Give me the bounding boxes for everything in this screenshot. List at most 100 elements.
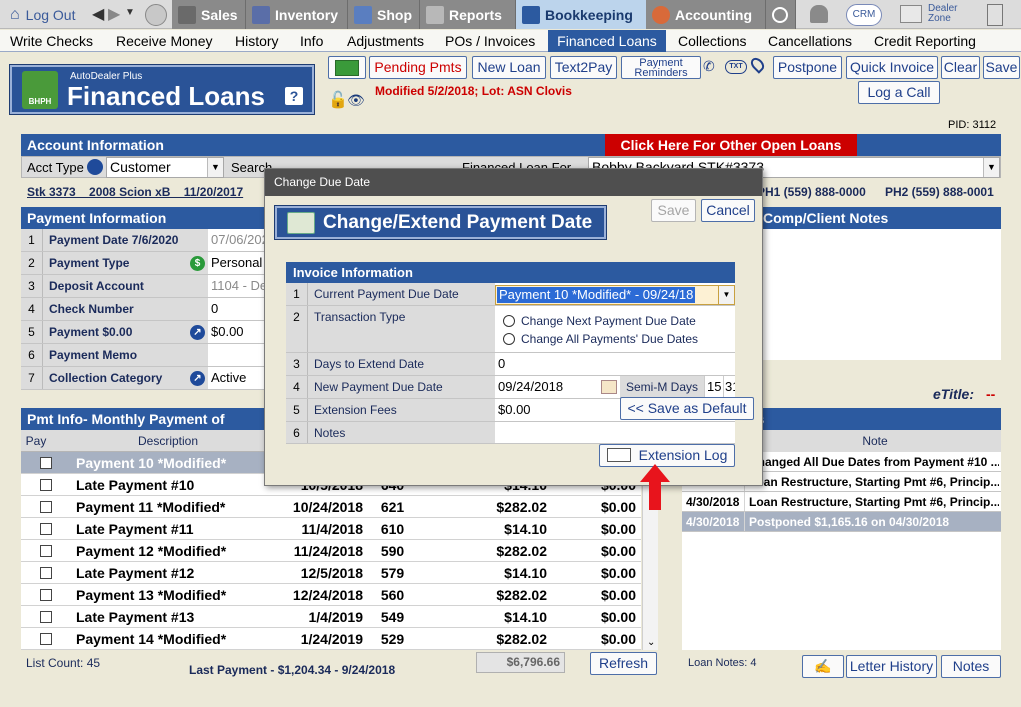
tab-sales[interactable]: Sales — [172, 0, 246, 29]
subnav-adjustments[interactable]: Adjustments — [343, 30, 428, 52]
refresh-button[interactable]: Refresh — [590, 652, 657, 675]
subnav-pos-invoices[interactable]: POs / Invoices — [441, 30, 539, 52]
extension-fees-field[interactable]: $0.00 — [495, 399, 531, 421]
pay-checkbox[interactable] — [40, 501, 52, 513]
tab-inventory[interactable]: Inventory — [246, 0, 348, 29]
payment-date-field[interactable]: 07/06/2020 — [208, 229, 264, 251]
radio-change-next[interactable]: Change Next Payment Due Date — [503, 314, 696, 328]
stock-vehicle-link[interactable]: Stk 3373 2008 Scion xB 11/20/2017 — [27, 185, 243, 199]
dialog-cancel-button[interactable]: Cancel — [701, 199, 755, 222]
table-row[interactable]: Late Payment #11 11/4/2018 610 $14.10 $0.00 — [21, 518, 641, 540]
lock-icon[interactable]: 🔓 — [328, 90, 348, 110]
dealer-zone-link[interactable]: Dealer Zone — [900, 3, 970, 27]
tab-bookkeeping[interactable]: Bookkeeping — [516, 0, 646, 29]
pay-checkbox[interactable] — [40, 523, 52, 535]
subnav-receive-money[interactable]: Receive Money — [112, 30, 217, 52]
txt-icon[interactable]: TXT — [725, 60, 747, 74]
table-row[interactable]: Late Payment #12 12/5/2018 579 $14.10 $0.00 — [21, 562, 641, 584]
payment-amount-row: 5 Payment $0.00 ↗ $0.00 — [21, 321, 264, 344]
crm-button[interactable]: CRM — [846, 4, 882, 26]
logout-link[interactable]: ⌂ Log Out — [4, 0, 90, 29]
payment-type-field[interactable]: Personal — [208, 252, 264, 274]
tab-accounting[interactable]: Accounting — [646, 0, 766, 29]
pending-pmts-button[interactable]: Pending Pmts — [369, 56, 467, 79]
text2pay-button[interactable]: Text2Pay — [550, 56, 617, 79]
location-pin-icon[interactable] — [748, 55, 767, 74]
loan-note-row[interactable]: 4/30/2018Loan Restructure, Starting Pmt … — [682, 492, 1001, 512]
dropdown-arrow-icon[interactable]: ▼ — [125, 7, 135, 18]
semim-day-1-field[interactable]: 15 — [704, 376, 723, 398]
save-as-default-button[interactable]: << Save as Default — [620, 397, 754, 420]
subnav-history[interactable]: History — [231, 30, 283, 52]
quick-invoice-button[interactable]: Quick Invoice — [846, 56, 938, 79]
radio-change-all[interactable]: Change All Payments' Due Dates — [503, 332, 698, 346]
client-notes-box[interactable] — [757, 229, 1001, 360]
table-row[interactable]: Payment 14 *Modified* 1/24/2019 529 $282.02… — [21, 628, 641, 650]
notes-field[interactable] — [495, 422, 735, 443]
pay-checkbox[interactable] — [40, 633, 52, 645]
pay-checkbox[interactable] — [40, 457, 52, 469]
other-open-loans-button[interactable]: Click Here For Other Open Loans — [605, 134, 857, 156]
forward-arrow-icon[interactable]: ▶ — [108, 4, 120, 24]
gear-button[interactable] — [766, 0, 796, 29]
deposit-account-field[interactable]: 1104 - Deposit — [208, 275, 264, 297]
eye-icon[interactable]: 👁 — [347, 92, 369, 108]
tab-shop[interactable]: Shop — [348, 0, 420, 29]
back-arrow-icon[interactable]: ◀ — [92, 4, 104, 24]
acct-type-select[interactable]: Customer ▼ — [106, 157, 224, 178]
signature-button[interactable]: ✍ — [802, 655, 844, 678]
subnav-cancellations[interactable]: Cancellations — [764, 30, 856, 52]
help-icon[interactable]: ? — [285, 87, 303, 105]
receipt-button[interactable] — [328, 56, 366, 79]
subnav-write-checks[interactable]: Write Checks — [6, 30, 97, 52]
letter-history-button[interactable]: Letter History — [846, 655, 937, 678]
clear-button[interactable]: Clear — [941, 56, 980, 79]
dialog-save-button[interactable]: Save — [651, 199, 696, 222]
save-button[interactable]: Save — [983, 56, 1020, 79]
subnav-financed-loans[interactable]: Financed Loans — [548, 30, 666, 52]
payment-memo-field[interactable] — [208, 344, 264, 366]
new-due-date-row: 4 New Payment Due Date 09/24/2018 Semi-M… — [286, 376, 735, 399]
new-due-date-field[interactable]: 09/24/2018 — [495, 376, 563, 398]
chevron-down-icon[interactable]: ⌄ — [647, 637, 655, 648]
postpone-button[interactable]: Postpone — [773, 56, 842, 79]
payment-amount-field[interactable]: $0.00 — [208, 321, 264, 343]
collection-category-field[interactable]: Active — [208, 367, 264, 389]
table-row[interactable]: Payment 13 *Modified* 12/24/2018 560 $282.0… — [21, 584, 641, 606]
current-due-date-select[interactable]: Payment 10 *Modified* - 09/24/18 ▼ — [495, 285, 735, 305]
pay-checkbox[interactable] — [40, 545, 52, 557]
subnav-credit-reporting[interactable]: Credit Reporting — [870, 30, 980, 52]
semim-day-2-field[interactable]: 31 — [723, 376, 735, 398]
red-arrow-annotation — [640, 464, 670, 510]
days-to-extend-field[interactable]: 0 — [495, 353, 505, 375]
tab-reports[interactable]: Reports — [420, 0, 516, 29]
check-number-field[interactable]: 0 — [208, 298, 264, 320]
calculator-icon[interactable] — [987, 4, 1003, 26]
dollar-icon[interactable]: $ — [190, 256, 205, 271]
pay-checkbox[interactable] — [40, 589, 52, 601]
table-row[interactable]: Late Payment #13 1/4/2019 549 $14.10 $0.00 — [21, 606, 641, 628]
calendar-icon[interactable] — [601, 380, 617, 394]
bell-icon[interactable] — [810, 5, 828, 23]
new-loan-button[interactable]: New Loan — [472, 56, 546, 79]
log-a-call-button[interactable]: Log a Call — [858, 81, 940, 104]
last-payment: Last Payment - $1,204.34 - 9/24/2018 — [189, 663, 396, 677]
table-row[interactable]: Payment 11 *Modified* 10/24/2018 621 $282.0… — [21, 496, 641, 518]
acct-type-nav-icon[interactable] — [87, 159, 103, 175]
arrow-circle-icon[interactable]: ↗ — [190, 325, 205, 340]
notes-button[interactable]: Notes — [941, 655, 1001, 678]
subnav-info[interactable]: Info — [296, 30, 327, 52]
bhph-house-icon: BHPH — [22, 71, 58, 109]
phone-icon[interactable]: ✆ — [703, 58, 715, 75]
subnav-collections[interactable]: Collections — [674, 30, 750, 52]
pay-checkbox[interactable] — [40, 479, 52, 491]
payment-reminders-button[interactable]: Payment Reminders — [621, 56, 701, 79]
user-avatar-icon[interactable] — [145, 4, 167, 26]
cell-desc: Late Payment #12 — [76, 565, 195, 581]
table-row[interactable]: Payment 12 *Modified* 11/24/2018 590 $282.0… — [21, 540, 641, 562]
arrow-circle-icon[interactable]: ↗ — [190, 371, 205, 386]
pay-checkbox[interactable] — [40, 611, 52, 623]
account-info-header-right — [857, 134, 1001, 156]
pay-checkbox[interactable] — [40, 567, 52, 579]
loan-note-row[interactable]: 4/30/2018 Postponed $1,165.16 on 04/30/20… — [682, 512, 1001, 532]
